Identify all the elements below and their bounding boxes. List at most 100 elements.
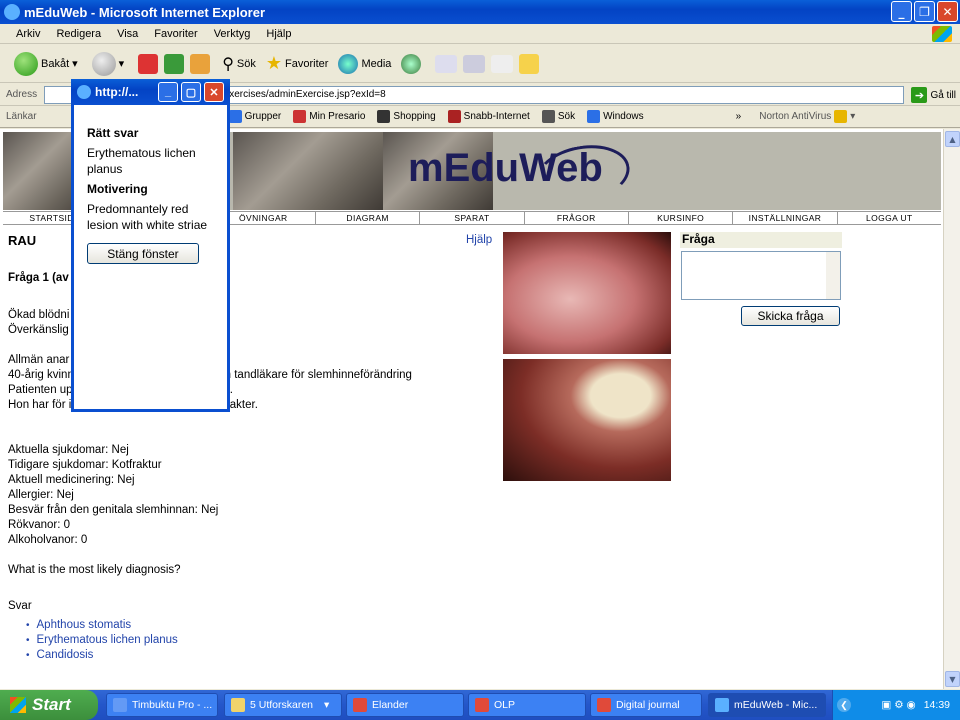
menu-favoriter[interactable]: Favoriter <box>146 28 205 40</box>
menu-hjalp[interactable]: Hjälp <box>258 28 299 40</box>
link-icon <box>541 110 555 123</box>
app-icon <box>597 698 611 712</box>
app-icon <box>353 698 367 712</box>
case-line: Allergier: Nej <box>8 489 74 501</box>
system-tray: ❮ ▣ ⚙ ◉ 14:39 <box>832 690 960 720</box>
nav-sparat[interactable]: SPARAT <box>420 212 525 224</box>
chevron-more-icon[interactable]: » <box>736 111 742 122</box>
menu-bar: Arkiv Redigera Visa Favoriter Verktyg Hj… <box>0 24 960 44</box>
link-windows[interactable]: Windows <box>587 110 644 123</box>
case-line: Besvär från den genitala slemhinnan: Nej <box>8 504 219 516</box>
task-olp[interactable]: OLP <box>468 693 586 717</box>
case-line: Aktuella sjukdomar: Nej <box>8 444 129 456</box>
messenger-icon[interactable] <box>519 53 540 74</box>
forward-button[interactable]: ▾ <box>91 51 124 76</box>
app-icon <box>475 698 489 712</box>
close-window-button[interactable]: Stäng fönster <box>87 243 199 264</box>
link-snabb-internet[interactable]: Snabb-Internet <box>447 110 530 123</box>
correct-answer-label: Rätt svar <box>87 126 139 140</box>
stop-icon[interactable] <box>138 53 159 74</box>
answer-option[interactable]: Candidosis <box>37 648 178 663</box>
refresh-icon[interactable] <box>164 53 185 74</box>
question-box-header: Fråga <box>680 232 842 248</box>
nav-installningar[interactable]: INSTÄLLNINGAR <box>733 212 838 224</box>
taskbar: Start Timbuktu Pro - ... 5 Utforskaren ▾ … <box>0 690 960 720</box>
motivation-text: Predomnantely red lesion with white stri… <box>87 202 208 232</box>
answer-option[interactable]: Erythematous lichen planus <box>37 633 178 648</box>
send-question-button[interactable]: Skicka fråga <box>741 306 840 326</box>
home-icon[interactable] <box>190 53 211 74</box>
question-textarea[interactable] <box>681 251 841 300</box>
toolbar: Bakåt ▾ ▾ ⚲ Sök ★ Favoriter Media <box>0 45 960 83</box>
edit-icon[interactable] <box>491 54 514 73</box>
norton-antivirus[interactable]: Norton AntiVirus ▾ <box>759 110 855 123</box>
menu-verktyg[interactable]: Verktyg <box>206 28 259 40</box>
banner-photo <box>233 132 383 210</box>
task-meduweb[interactable]: mEduWeb - Mic... <box>708 693 826 717</box>
media-button[interactable]: Media <box>338 53 391 74</box>
scroll-down-icon[interactable]: ▼ <box>945 671 960 687</box>
motivation-label: Motivering <box>87 182 148 196</box>
ie-icon <box>715 698 729 712</box>
nav-logga-ut[interactable]: LOGGA UT <box>838 212 941 224</box>
answers-section: Svar Aphthous stomatis Erythematous lich… <box>8 599 178 663</box>
window-title-bar[interactable]: mEduWeb - Microsoft Internet Explorer _ … <box>0 0 960 24</box>
tray-icons[interactable]: ▣ ⚙ ◉ <box>881 699 915 711</box>
forward-arrow-icon <box>91 51 116 76</box>
windows-logo-icon <box>932 26 952 42</box>
norton-icon <box>834 110 848 123</box>
link-sok[interactable]: Sök <box>541 110 575 123</box>
popup-maximize-button[interactable]: ▢ <box>181 82 201 102</box>
go-button[interactable]: ➔ Gå till <box>911 87 956 103</box>
link-icon <box>377 110 391 123</box>
menu-arkiv[interactable]: Arkiv <box>8 28 48 40</box>
ie-icon <box>4 4 20 20</box>
case-line: Tidigare sjukdomar: Kotfraktur <box>8 459 162 471</box>
search-button[interactable]: ⚲ Sök <box>222 54 256 74</box>
task-timbuktu[interactable]: Timbuktu Pro - ... <box>106 693 218 717</box>
popup-window: http://... _ ▢ ✕ Rätt svar Erythematous … <box>71 79 230 412</box>
maximize-button[interactable]: ❐ <box>914 1 935 22</box>
answers-list: Aphthous stomatis Erythematous lichen pl… <box>37 618 178 663</box>
page-title: RAU <box>8 233 37 248</box>
popup-title-bar[interactable]: http://... _ ▢ ✕ <box>71 79 230 105</box>
address-label: Adress <box>6 89 38 100</box>
help-link[interactable]: Hjälp <box>466 233 492 248</box>
menu-visa[interactable]: Visa <box>109 28 146 40</box>
link-grupper[interactable]: Grupper <box>228 110 281 123</box>
menu-redigera[interactable]: Redigera <box>48 28 109 40</box>
history-icon[interactable] <box>401 53 422 74</box>
link-shopping[interactable]: Shopping <box>377 110 436 123</box>
popup-close-button[interactable]: ✕ <box>204 82 224 102</box>
minimize-button[interactable]: _ <box>891 1 912 22</box>
tray-expand-icon[interactable]: ❮ <box>837 698 851 712</box>
print-icon[interactable] <box>463 54 486 73</box>
address-url: ent/exercises/adminExercise.jsp?exId=8 <box>207 89 386 100</box>
popup-minimize-button[interactable]: _ <box>158 82 178 102</box>
nav-fragor[interactable]: FRÅGOR <box>525 212 629 224</box>
star-icon: ★ <box>265 53 283 73</box>
task-digital-journal[interactable]: Digital journal <box>590 693 702 717</box>
link-min-presario[interactable]: Min Presario <box>293 110 365 123</box>
nav-diagram[interactable]: DIAGRAM <box>316 212 421 224</box>
popup-body: Rätt svar Erythematous lichen planus Mot… <box>87 125 217 264</box>
search-icon: ⚲ <box>222 55 234 73</box>
task-elander[interactable]: Elander <box>346 693 464 717</box>
start-button[interactable]: Start <box>0 690 98 720</box>
close-button[interactable]: ✕ <box>937 1 958 22</box>
nav-kursinfo[interactable]: KURSINFO <box>629 212 734 224</box>
favorites-button[interactable]: ★ Favoriter <box>266 53 329 74</box>
link-icon <box>228 110 242 123</box>
textarea-scrollbar[interactable] <box>826 252 840 299</box>
window-title: mEduWeb - Microsoft Internet Explorer <box>24 4 266 20</box>
page-scrollbar[interactable]: ▲ ▼ <box>943 129 960 689</box>
answer-option[interactable]: Aphthous stomatis <box>37 618 178 633</box>
mail-icon[interactable] <box>435 54 458 73</box>
task-utforskaren[interactable]: 5 Utforskaren ▾ <box>224 693 342 717</box>
scroll-up-icon[interactable]: ▲ <box>945 131 960 147</box>
link-icon <box>293 110 307 123</box>
back-button[interactable]: Bakåt ▾ <box>14 51 78 76</box>
clinical-photo <box>503 359 671 481</box>
ie-icon <box>77 85 91 99</box>
link-icon <box>587 110 601 123</box>
